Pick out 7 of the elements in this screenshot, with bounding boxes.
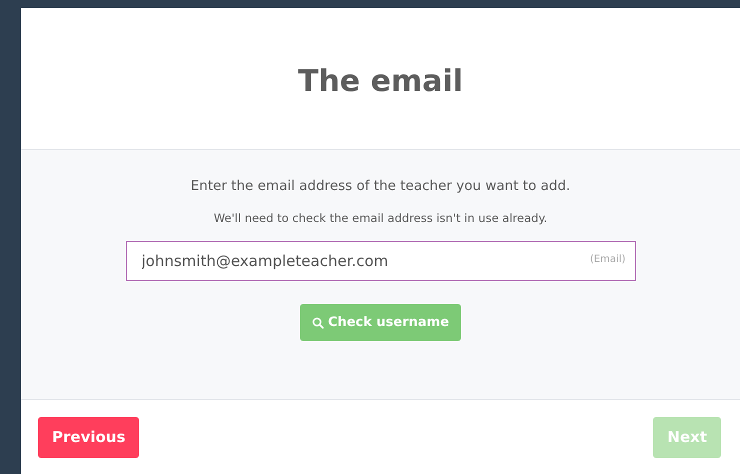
modal-title: The email (298, 64, 464, 99)
field-label: (Email) (590, 254, 626, 265)
instruction-text: We'll need to check the email address isn't in use already. (214, 211, 548, 225)
instruction-text: Enter the email address of the teacher you want to add. (190, 178, 570, 194)
check-username-button[interactable]: Check username (300, 304, 462, 341)
previous-button[interactable]: Previous (38, 416, 140, 458)
search-icon (312, 316, 324, 328)
